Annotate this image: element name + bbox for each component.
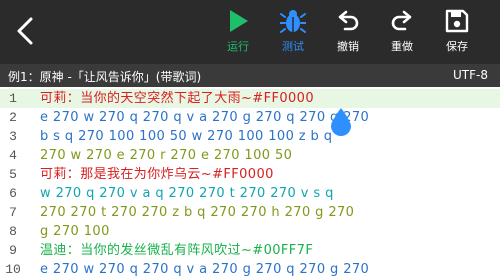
line-number: 3 bbox=[9, 129, 17, 144]
undo-button[interactable]: 撤销 bbox=[322, 8, 374, 60]
line-number: 1 bbox=[9, 91, 17, 106]
run-button[interactable]: 运行 bbox=[212, 8, 264, 60]
line-text: e 270 w 270 q 270 q v a 270 g 270 q 270 … bbox=[40, 110, 370, 125]
editor-line[interactable]: 10 e 270 w 270 q 270 q v a 270 g 270 q 2… bbox=[0, 260, 500, 279]
redo-button[interactable]: 重做 bbox=[376, 8, 428, 60]
line-text: 270 w 270 e 270 r 270 e 270 100 50 bbox=[40, 148, 293, 163]
line-text: 可莉：当你的天空突然下起了大雨~#FF0000 bbox=[40, 91, 315, 106]
editor-line[interactable]: 5 可莉：那是我在为你炸乌云~#FF0000 bbox=[0, 165, 500, 184]
play-icon bbox=[230, 10, 248, 32]
redo-icon bbox=[391, 10, 412, 31]
line-text: w 270 q 270 v a q 270 270 t 270 270 v s … bbox=[40, 186, 334, 201]
back-button[interactable] bbox=[10, 14, 40, 48]
line-number: 10 bbox=[5, 262, 21, 277]
line-text: 可莉：那是我在为你炸乌云~#FF0000 bbox=[40, 167, 274, 182]
editor-line[interactable]: 3 b s q 270 100 100 50 w 270 100 100 z b… bbox=[0, 127, 500, 146]
line-number: 7 bbox=[9, 205, 17, 220]
editor-line[interactable]: 6 w 270 q 270 v a q 270 270 t 270 270 v … bbox=[0, 184, 500, 203]
editor-line[interactable]: 7 270 270 t 270 270 z b q 270 270 h 270 … bbox=[0, 203, 500, 222]
line-text: b s q 270 100 100 50 w 270 100 100 z b q bbox=[40, 129, 333, 144]
line-text: 270 270 t 270 270 z b q 270 270 h 270 g … bbox=[40, 205, 355, 220]
line-text: g 270 100 bbox=[40, 224, 110, 239]
file-info-bar: 例1：原神 -「让风告诉你」(带歌词) UTF-8 bbox=[0, 64, 500, 87]
editor-line[interactable]: 4 270 w 270 e 270 r 270 e 270 100 50 bbox=[0, 146, 500, 165]
text-cursor-handle[interactable] bbox=[329, 107, 353, 137]
editor-line[interactable]: 2 e 270 w 270 q 270 q v a 270 g 270 q 27… bbox=[0, 108, 500, 127]
run-label: 运行 bbox=[227, 40, 249, 53]
line-number: 5 bbox=[9, 167, 17, 182]
line-number: 4 bbox=[9, 148, 17, 163]
line-number: 6 bbox=[9, 186, 17, 201]
editor-line[interactable]: 1 可莉：当你的天空突然下起了大雨~#FF0000 bbox=[0, 89, 500, 108]
cursor-drop-icon bbox=[331, 108, 351, 136]
line-number: 8 bbox=[9, 224, 17, 239]
line-number: 9 bbox=[9, 243, 17, 258]
save-label: 保存 bbox=[446, 40, 468, 53]
save-button[interactable]: 保存 bbox=[431, 8, 483, 60]
floppy-disk-icon bbox=[445, 9, 469, 33]
song-title: 例1：原神 -「让风告诉你」(带歌词) bbox=[8, 70, 202, 84]
line-text: e 270 w 270 q 270 q v a 270 g 270 q 270 … bbox=[40, 262, 370, 277]
undo-label: 撤销 bbox=[337, 40, 359, 53]
code-editor[interactable]: 1 可莉：当你的天空突然下起了大雨~#FF0000 2 e 270 w 270 … bbox=[0, 87, 500, 277]
undo-icon bbox=[338, 10, 359, 31]
editor-line[interactable]: 9 温迪：当你的发丝微乱有阵风吹过~#00FF7F bbox=[0, 241, 500, 260]
test-button[interactable]: 测试 bbox=[267, 8, 319, 60]
chevron-left-icon bbox=[17, 17, 33, 45]
encoding-label[interactable]: UTF-8 bbox=[453, 68, 488, 82]
redo-label: 重做 bbox=[391, 40, 413, 53]
line-text: 温迪：当你的发丝微乱有阵风吹过~#00FF7F bbox=[40, 243, 314, 258]
line-number: 2 bbox=[9, 110, 17, 125]
test-label: 测试 bbox=[282, 40, 304, 53]
bug-icon bbox=[280, 10, 306, 33]
toolbar: 运行 测试 撤销 重做 保存 bbox=[0, 0, 500, 64]
editor-line[interactable]: 8 g 270 100 bbox=[0, 222, 500, 241]
